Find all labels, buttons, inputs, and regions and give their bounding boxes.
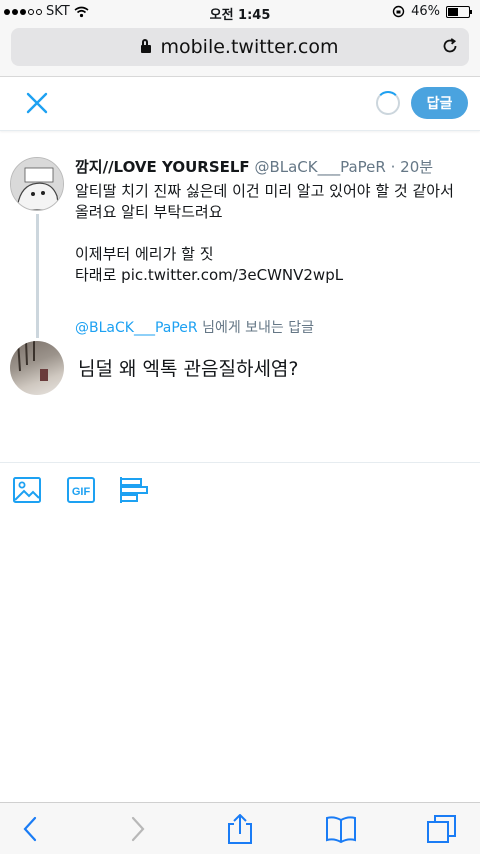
user-avatar bbox=[10, 341, 64, 395]
tweet-time: 20분 bbox=[400, 158, 434, 176]
replying-to-handle[interactable]: @BLaCK___PaPeR bbox=[75, 320, 198, 336]
lock-icon bbox=[141, 39, 152, 53]
forward-icon[interactable] bbox=[122, 814, 152, 844]
reply-text-input[interactable]: 님덜 왜 엑톡 관음질하세염? bbox=[78, 354, 298, 381]
image-icon[interactable] bbox=[12, 476, 42, 504]
browser-toolbar bbox=[0, 802, 480, 854]
battery-percent: 46% bbox=[411, 4, 440, 19]
status-right: 46% bbox=[392, 4, 472, 19]
reply-button[interactable]: 답글 bbox=[411, 87, 468, 119]
back-icon[interactable] bbox=[16, 814, 46, 844]
tweet-separator: · bbox=[390, 158, 396, 176]
thread-line bbox=[36, 214, 39, 338]
avatar-photo bbox=[17, 341, 48, 381]
replying-to-suffix: 님에게 보내는 답글 bbox=[197, 320, 315, 336]
browser-url-area: mobile.twitter.com bbox=[0, 24, 480, 77]
author-avatar[interactable] bbox=[10, 157, 64, 211]
status-bar: SKT 오전 1:45 46% bbox=[0, 0, 480, 24]
gif-icon[interactable]: GIF bbox=[66, 476, 96, 504]
address-bar[interactable]: mobile.twitter.com bbox=[11, 28, 469, 66]
progress-spinner bbox=[376, 91, 400, 115]
url-text: mobile.twitter.com bbox=[160, 36, 339, 58]
tweet-text: 알티딸 치기 진짜 싫은데 이건 미리 알고 있어야 할 것 같아서 올려요 알… bbox=[75, 182, 454, 284]
tweet-author-handle[interactable]: @BLaCK___PaPeR bbox=[254, 158, 385, 176]
orientation-lock-icon bbox=[392, 5, 405, 18]
poll-icon[interactable] bbox=[119, 476, 149, 504]
close-icon[interactable] bbox=[26, 92, 48, 114]
compose-divider bbox=[0, 462, 480, 463]
battery-icon bbox=[446, 5, 472, 18]
compose-header: 답글 bbox=[0, 77, 480, 131]
share-icon[interactable] bbox=[225, 814, 255, 844]
avatar-illustration bbox=[11, 158, 63, 210]
reload-icon[interactable] bbox=[441, 37, 459, 55]
tabs-icon[interactable] bbox=[427, 814, 457, 844]
svg-text:GIF: GIF bbox=[72, 486, 91, 498]
bookmarks-icon[interactable] bbox=[326, 814, 356, 844]
tweet-author-name[interactable]: 깜지//LOVE YOURSELF bbox=[75, 158, 250, 176]
tweet-header: 깜지//LOVE YOURSELF @BLaCK___PaPeR · 20분 bbox=[75, 156, 433, 177]
replying-to: @BLaCK___PaPeR 님에게 보내는 답글 bbox=[75, 317, 314, 337]
